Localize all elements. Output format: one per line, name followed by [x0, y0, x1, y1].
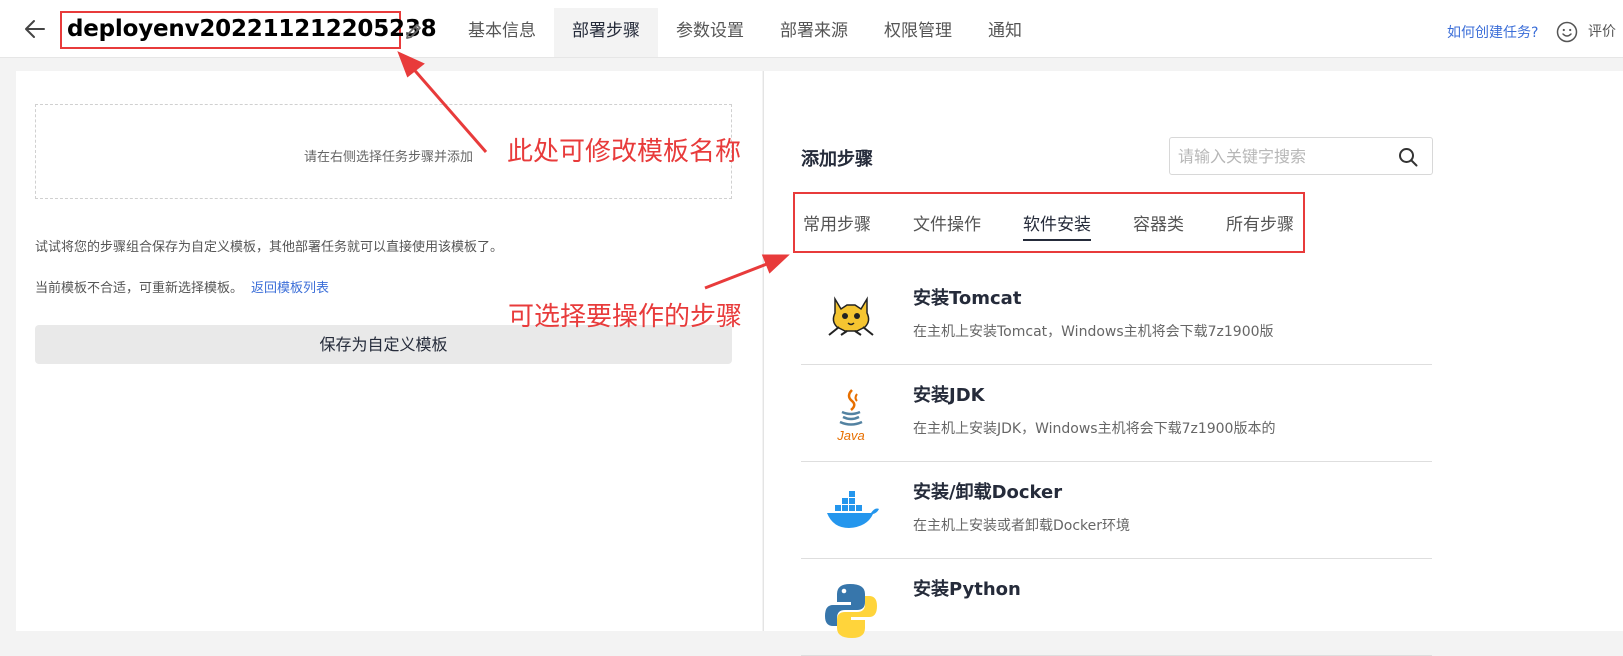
step-description: 在主机上安装JDK，Windows主机将会下载7z1900版本的	[913, 421, 1276, 437]
smile-icon[interactable]	[1556, 21, 1578, 43]
category-containers[interactable]: 容器类	[1133, 210, 1184, 241]
reselect-tip: 当前模板不合适，可重新选择模板。 返回模板列表	[35, 277, 329, 296]
python-icon	[825, 584, 877, 638]
reselect-tip-text: 当前模板不合适，可重新选择模板。	[35, 281, 244, 296]
category-common[interactable]: 常用步骤	[803, 210, 871, 241]
help-link[interactable]: 如何创建任务?	[1447, 22, 1538, 42]
category-file-ops[interactable]: 文件操作	[913, 210, 981, 241]
main-tabs: 基本信息 部署步骤 参数设置 部署来源 权限管理 通知	[450, 8, 1040, 57]
step-name: 安装/卸载Docker	[913, 482, 1063, 503]
step-name: 安装JDK	[913, 385, 985, 406]
top-bar: deployenv20221121​2205238 基本信息 部署步骤 参数设置…	[0, 0, 1623, 58]
category-software-install[interactable]: 软件安装	[1023, 210, 1091, 241]
save-tip: 试试将您的步骤组合保存为自定义模板，其他部署任务就可以直接使用该模板了。	[35, 240, 504, 255]
tab-permissions[interactable]: 权限管理	[866, 8, 970, 57]
search-icon[interactable]	[1398, 147, 1418, 167]
svg-text:Java: Java	[836, 428, 864, 443]
docker-icon	[827, 491, 879, 528]
rename-annotation: 此处可修改模板名称	[507, 137, 742, 167]
template-name-highlight: deployenv20221121​2205238	[60, 11, 437, 49]
step-search	[1169, 137, 1433, 175]
list-item[interactable]: 安装Python	[801, 559, 1432, 656]
select-annotation: 可选择要操作的步骤	[508, 302, 743, 332]
category-all[interactable]: 所有步骤	[1226, 210, 1294, 241]
category-tabs: 常用步骤 文件操作 软件安装 容器类 所有步骤	[803, 210, 1336, 241]
back-to-template-list-link[interactable]: 返回模板列表	[251, 281, 329, 296]
list-item[interactable]: 安装/卸载Docker 在主机上安装或者卸载Docker环境	[801, 462, 1432, 559]
pencil-icon[interactable]	[404, 21, 424, 41]
template-name[interactable]: deployenv20221121​2205238	[67, 16, 437, 42]
tab-parameters[interactable]: 参数设置	[658, 8, 762, 57]
tab-notifications[interactable]: 通知	[970, 8, 1040, 57]
list-item[interactable]: Java 安装JDK 在主机上安装JDK，Windows主机将会下载7z1900…	[801, 365, 1432, 462]
drop-hint: 请在右侧选择任务步骤并添加	[304, 150, 474, 165]
step-description: 在主机上安装Tomcat，Windows主机将会下载7z1900版	[913, 324, 1274, 340]
add-step-title: 添加步骤	[801, 149, 873, 170]
search-input[interactable]	[1178, 146, 1378, 166]
tab-deploy-steps[interactable]: 部署步骤	[554, 8, 658, 57]
category-tabs-highlight: 常用步骤 文件操作 软件安装 容器类 所有步骤	[793, 192, 1305, 253]
add-step-panel: 添加步骤 常用步骤 文件操作 软件安装 容器类 所有步骤 安装Tomcat 在主…	[763, 71, 1623, 656]
step-name: 安装Tomcat	[913, 288, 1022, 309]
tomcat-icon	[828, 296, 874, 336]
tab-basic-info[interactable]: 基本信息	[450, 8, 554, 57]
list-item[interactable]: 安装Tomcat 在主机上安装Tomcat，Windows主机将会下载7z190…	[801, 268, 1432, 365]
rate-link[interactable]: 评价	[1588, 21, 1616, 41]
step-description: 在主机上安装或者卸载Docker环境	[913, 518, 1131, 534]
step-list: 安装Tomcat 在主机上安装Tomcat，Windows主机将会下载7z190…	[801, 268, 1432, 656]
java-icon: Java	[836, 389, 865, 443]
back-arrow-icon[interactable]	[22, 17, 48, 41]
step-name: 安装Python	[913, 579, 1021, 600]
tab-deploy-source[interactable]: 部署来源	[762, 8, 866, 57]
